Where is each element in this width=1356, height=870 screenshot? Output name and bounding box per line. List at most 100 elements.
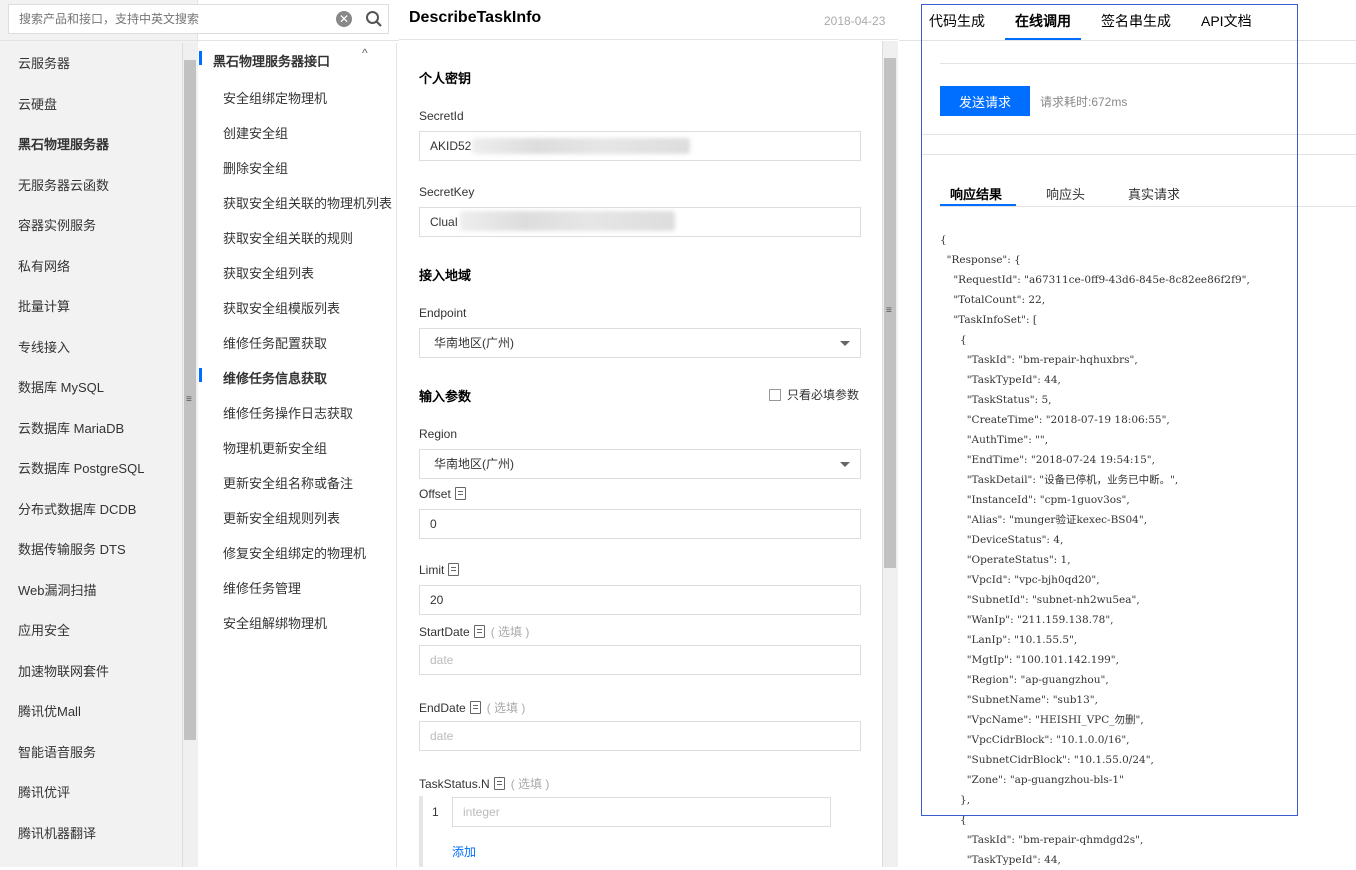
optional-tag: ( 选填 ) <box>490 625 530 639</box>
api-item[interactable]: 获取安全组模版列表 <box>223 298 340 317</box>
offset-label: Offset <box>419 487 466 501</box>
product-item[interactable]: 云服务器 <box>18 53 70 72</box>
secretkey-label: SecretKey <box>419 185 475 199</box>
product-item[interactable]: 容器实例服务 <box>18 215 96 234</box>
product-item[interactable]: 数据库 MySQL <box>18 377 104 396</box>
section-secret: 个人密钥 <box>419 71 472 86</box>
product-item[interactable]: 数据传输服务 DTS <box>18 539 126 558</box>
offset-value: 0 <box>430 517 437 531</box>
clear-icon[interactable]: ✕ <box>336 11 352 27</box>
api-item[interactable]: 更新安全组名称或备注 <box>223 473 353 492</box>
search-icon[interactable] <box>365 10 383 28</box>
required-only-toggle[interactable]: 只看必填参数 <box>769 386 859 403</box>
enddate-label-text: EndDate <box>419 701 466 715</box>
api-item[interactable]: 创建安全组 <box>223 123 288 142</box>
limit-label-text: Limit <box>419 563 445 577</box>
product-item[interactable]: 分布式数据库 DCDB <box>18 499 136 518</box>
search-input[interactable] <box>9 5 329 33</box>
optional-tag: ( 选填 ) <box>486 701 526 715</box>
product-item[interactable]: 专线接入 <box>18 337 70 356</box>
secretid-mask <box>472 138 690 154</box>
search-box: ✕ <box>8 4 389 34</box>
taskstatus-label: TaskStatus.N ( 选填 ) <box>419 775 549 792</box>
grip-icon: ≡ <box>186 394 192 405</box>
startdate-input[interactable]: date <box>419 645 861 675</box>
region-label: Region <box>419 427 458 441</box>
selection-frame <box>921 4 1298 816</box>
api-item[interactable]: 维修任务信息获取 <box>223 368 327 387</box>
offset-input[interactable]: 0 <box>419 509 861 539</box>
startdate-placeholder: date <box>430 653 454 667</box>
api-item[interactable]: 更新安全组规则列表 <box>223 508 340 527</box>
chevron-down-icon <box>840 462 850 467</box>
secretkey-mask <box>460 211 675 231</box>
taskstatus-label-text: TaskStatus.N <box>419 777 490 791</box>
product-item[interactable]: Web漏洞扫描 <box>18 580 97 599</box>
api-item[interactable]: 修复安全组绑定的物理机 <box>223 543 366 562</box>
doc-icon[interactable] <box>454 487 466 500</box>
page-title: DescribeTaskInfo <box>409 9 542 26</box>
endpoint-value: 华南地区(广州) <box>434 336 514 350</box>
chevron-down-icon <box>840 341 850 346</box>
taskstatus-input[interactable]: integer <box>452 797 831 827</box>
doc-icon[interactable] <box>493 777 505 790</box>
product-item[interactable]: 云数据库 PostgreSQL <box>18 458 144 477</box>
api-item[interactable]: 维修任务操作日志获取 <box>223 403 353 422</box>
secretid-value: AKID52 <box>430 139 472 153</box>
api-date: 2018-04-23 <box>824 14 886 28</box>
enddate-label: EndDate ( 选填 ) <box>419 699 525 716</box>
api-item[interactable]: 获取安全组列表 <box>223 263 314 282</box>
region-select[interactable]: 华南地区(广州) <box>419 449 861 479</box>
startdate-label-text: StartDate <box>419 625 470 639</box>
limit-label: Limit <box>419 563 460 577</box>
limit-input[interactable]: 20 <box>419 585 861 615</box>
endpoint-label: Endpoint <box>419 306 467 320</box>
product-item[interactable]: 云数据库 MariaDB <box>18 418 124 437</box>
array-index: 1 <box>432 805 439 819</box>
required-checkbox[interactable] <box>769 389 781 401</box>
product-item[interactable]: 批量计算 <box>18 296 70 315</box>
product-item[interactable]: 黑石物理服务器 <box>18 134 109 153</box>
api-item[interactable]: 物理机更新安全组 <box>223 438 327 457</box>
collapse-icon[interactable]: ^ <box>362 46 368 60</box>
add-item-link[interactable]: 添加 <box>452 843 476 860</box>
offset-label-text: Offset <box>419 487 451 501</box>
doc-icon[interactable] <box>473 625 485 638</box>
api-item[interactable]: 安全组绑定物理机 <box>223 88 327 107</box>
section-region: 接入地域 <box>419 268 472 283</box>
api-item[interactable]: 安全组解绑物理机 <box>223 613 327 632</box>
api-item[interactable]: 获取安全组关联的物理机列表 <box>223 193 392 212</box>
json-line: "TaskId": "bm-repair-qhmdgd2s", <box>940 834 1144 846</box>
endpoint-select[interactable]: 华南地区(广州) <box>419 328 861 358</box>
product-item[interactable]: 应用安全 <box>18 620 70 639</box>
api-item[interactable]: 获取安全组关联的规则 <box>223 228 353 247</box>
product-item[interactable]: 加速物联网套件 <box>18 661 109 680</box>
doc-icon[interactable] <box>448 563 460 576</box>
product-item[interactable]: 腾讯优Mall <box>18 701 81 720</box>
json-line: "TaskTypeId": 44, <box>940 854 1061 866</box>
secretid-label: SecretId <box>419 109 464 123</box>
enddate-input[interactable]: date <box>419 721 861 751</box>
api-item[interactable]: 删除安全组 <box>223 158 288 177</box>
startdate-label: StartDate ( 选填 ) <box>419 623 529 640</box>
product-item[interactable]: 腾讯机器翻译 <box>18 823 96 842</box>
product-item[interactable]: 智能语音服务 <box>18 742 96 761</box>
product-item[interactable]: 腾讯优评 <box>18 782 70 801</box>
enddate-placeholder: date <box>430 729 454 743</box>
optional-tag: ( 选填 ) <box>510 777 550 791</box>
product-item[interactable]: 云硬盘 <box>18 94 57 113</box>
api-item[interactable]: 维修任务配置获取 <box>223 333 327 352</box>
api-group-title[interactable]: 黑石物理服务器接口 <box>213 51 330 70</box>
section-input: 输入参数 <box>419 389 472 404</box>
secretkey-value: CluaI <box>430 215 459 229</box>
required-only-label: 只看必填参数 <box>787 388 860 402</box>
api-item[interactable]: 维修任务管理 <box>223 578 301 597</box>
integer-placeholder: integer <box>463 805 500 819</box>
grip-icon: ≡ <box>886 305 892 316</box>
product-item[interactable]: 无服务器云函数 <box>18 175 109 194</box>
doc-icon[interactable] <box>469 701 481 714</box>
header-divider <box>0 40 399 41</box>
product-item[interactable]: 私有网络 <box>18 256 70 275</box>
group-active-marker <box>199 51 202 65</box>
active-api-marker <box>199 368 202 382</box>
